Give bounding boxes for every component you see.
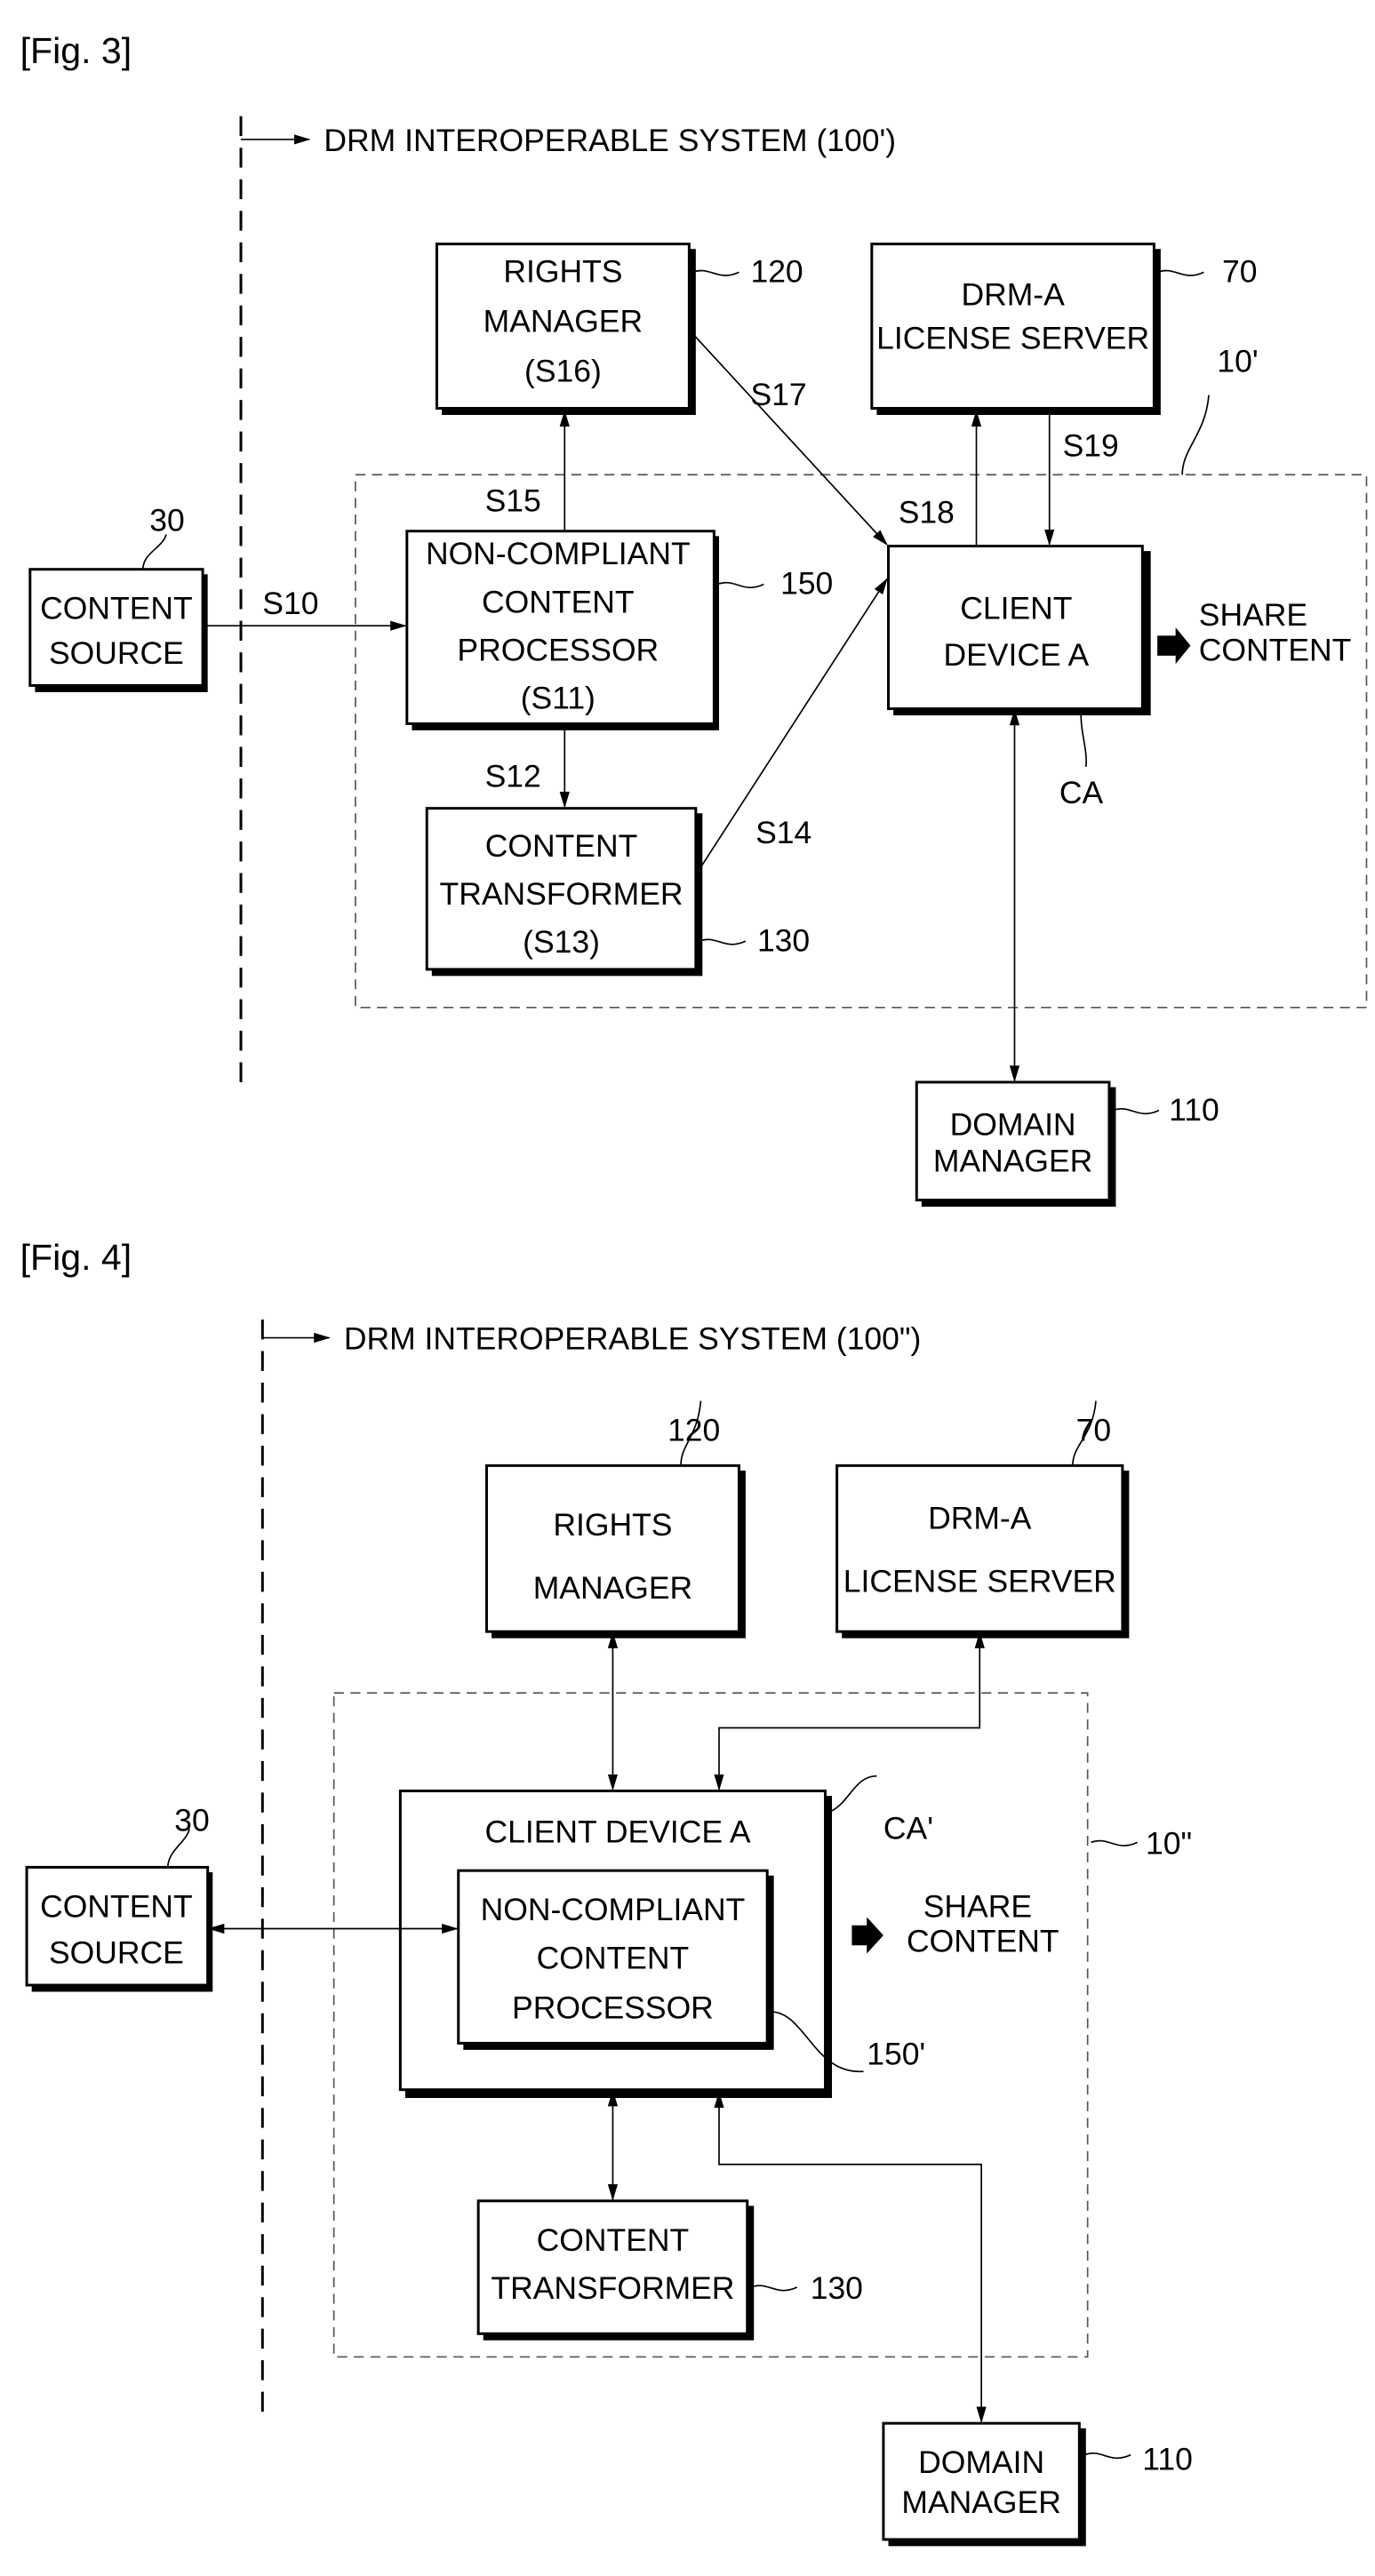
svg-text:CONTENT: CONTENT bbox=[485, 828, 637, 864]
fig3-container-ref: 10' bbox=[1217, 343, 1258, 379]
svg-text:(S16): (S16) bbox=[524, 354, 602, 389]
svg-text:NON-COMPLIANT: NON-COMPLIANT bbox=[426, 536, 691, 571]
svg-text:(S11): (S11) bbox=[521, 681, 596, 716]
fig3-arrow-s17 bbox=[693, 334, 888, 546]
patent-figures: [Fig. 3] DRM INTEROPERABLE SYSTEM (100')… bbox=[20, 30, 1368, 2547]
svg-text:LICENSE SERVER: LICENSE SERVER bbox=[876, 320, 1149, 355]
svg-text:CLIENT: CLIENT bbox=[960, 591, 1072, 626]
fig3-rights-ref: 120 bbox=[750, 254, 803, 290]
fig3-rights-leader bbox=[691, 269, 739, 276]
fig3-transformer-leader bbox=[699, 938, 747, 945]
figure-4: [Fig. 4] DRM INTEROPERABLE SYSTEM (100")… bbox=[20, 1237, 1193, 2547]
fig3-content-source: CONTENT SOURCE bbox=[28, 568, 208, 692]
svg-text:LICENSE SERVER: LICENSE SERVER bbox=[843, 1563, 1116, 1599]
fig4-processor-ref: 150' bbox=[867, 2037, 925, 2072]
svg-text:RIGHTS: RIGHTS bbox=[553, 1507, 672, 1543]
fig3-system-label: DRM INTEROPERABLE SYSTEM (100') bbox=[324, 123, 896, 158]
fig3-container-leader bbox=[1181, 395, 1210, 475]
svg-text:CONTENT: CONTENT bbox=[537, 1940, 689, 1975]
fig4-content-source: CONTENT SOURCE bbox=[25, 1865, 213, 1992]
fig3-rights-manager: RIGHTS MANAGER (S16) bbox=[435, 243, 696, 415]
svg-text:PROCESSOR: PROCESSOR bbox=[457, 632, 659, 667]
fig4-transformer-leader bbox=[750, 2285, 798, 2292]
fig4-processor: NON-COMPLIANT CONTENT PROCESSOR bbox=[457, 1869, 774, 2050]
fig3-source-ref: 30 bbox=[149, 503, 184, 538]
fig4-domain-manager: DOMAIN MANAGER bbox=[882, 2421, 1086, 2547]
fig3-source-leader bbox=[141, 534, 167, 570]
fig4-transformer: CONTENT TRANSFORMER bbox=[476, 2199, 755, 2341]
fig4-share-line1: SHARE bbox=[923, 1888, 1032, 1924]
svg-text:MANAGER: MANAGER bbox=[933, 1144, 1092, 1179]
fig4-source-ref: 30 bbox=[174, 1802, 209, 1838]
fig4-container-leader bbox=[1091, 1839, 1139, 1846]
fig4-client-ref: CA' bbox=[883, 1811, 933, 1846]
fig3-label-s18: S18 bbox=[899, 494, 955, 530]
fig3-domain-leader bbox=[1112, 1108, 1160, 1115]
fig4-domain-ref: 110 bbox=[1142, 2441, 1193, 2476]
fig3-license-server: DRM-A LICENSE SERVER bbox=[870, 243, 1161, 415]
svg-text:CONTENT: CONTENT bbox=[537, 2222, 689, 2258]
fig4-transformer-ref: 130 bbox=[811, 2270, 863, 2306]
fig3-processor: NON-COMPLIANT CONTENT PROCESSOR (S11) bbox=[405, 530, 719, 730]
fig3-domain-ref: 110 bbox=[1169, 1092, 1219, 1128]
svg-text:NON-COMPLIANT: NON-COMPLIANT bbox=[481, 1892, 746, 1927]
fig3-label-s15: S15 bbox=[485, 483, 541, 518]
fig3-client-device: CLIENT DEVICE A bbox=[887, 545, 1151, 716]
svg-text:DOMAIN: DOMAIN bbox=[918, 2444, 1044, 2480]
fig3-share-arrow-icon bbox=[1157, 627, 1191, 665]
svg-text:MANAGER: MANAGER bbox=[484, 304, 643, 339]
fig3-license-leader bbox=[1156, 269, 1204, 276]
fig3-transformer-ref: 130 bbox=[757, 922, 810, 958]
fig4-arrow-client-domain bbox=[714, 2091, 987, 2424]
fig3-label-s10: S10 bbox=[262, 586, 318, 621]
fig3-label-s19: S19 bbox=[1063, 428, 1119, 464]
fig3-processor-leader bbox=[716, 581, 764, 589]
fig4-rights-manager: RIGHTS MANAGER bbox=[484, 1463, 746, 1639]
fig4-license-server: DRM-A LICENSE SERVER bbox=[835, 1463, 1130, 1639]
svg-text:MANAGER: MANAGER bbox=[901, 2484, 1060, 2520]
fig3-label-s14: S14 bbox=[755, 815, 811, 850]
svg-text:MANAGER: MANAGER bbox=[533, 1570, 692, 1606]
svg-text:CONTENT: CONTENT bbox=[40, 591, 193, 626]
fig3-label-s12: S12 bbox=[485, 758, 541, 794]
svg-text:CLIENT DEVICE A: CLIENT DEVICE A bbox=[485, 1814, 751, 1849]
svg-text:DRM-A: DRM-A bbox=[928, 1500, 1032, 1535]
fig4-title: [Fig. 4] bbox=[20, 1237, 132, 1278]
fig4-domain-leader bbox=[1083, 2452, 1131, 2460]
svg-text:SOURCE: SOURCE bbox=[49, 635, 184, 671]
fig4-share-line2: CONTENT bbox=[907, 1924, 1059, 1959]
fig3-share-line1: SHARE bbox=[1199, 597, 1307, 633]
fig4-client-leader bbox=[831, 1774, 877, 1812]
fig3-client-ref: CA bbox=[1059, 775, 1104, 810]
fig3-transformer: CONTENT TRANSFORMER (S13) bbox=[425, 807, 703, 977]
svg-text:CONTENT: CONTENT bbox=[40, 1888, 193, 1924]
fig3-processor-ref: 150 bbox=[780, 566, 833, 602]
svg-text:DOMAIN: DOMAIN bbox=[950, 1107, 1076, 1143]
svg-text:PROCESSOR: PROCESSOR bbox=[512, 1990, 714, 2025]
fig3-license-ref: 70 bbox=[1222, 254, 1257, 290]
fig4-system-label: DRM INTEROPERABLE SYSTEM (100") bbox=[344, 1321, 921, 1357]
fig3-title: [Fig. 3] bbox=[20, 30, 132, 71]
fig3-domain-manager: DOMAIN MANAGER bbox=[915, 1081, 1116, 1207]
svg-text:RIGHTS: RIGHTS bbox=[503, 254, 622, 290]
fig4-container-ref: 10" bbox=[1146, 1825, 1192, 1861]
svg-text:TRANSFORMER: TRANSFORMER bbox=[491, 2270, 734, 2306]
svg-text:SOURCE: SOURCE bbox=[49, 1935, 184, 1971]
svg-text:(S13): (S13) bbox=[523, 924, 600, 960]
fig4-arrow-license-client bbox=[714, 1631, 985, 1791]
svg-text:CONTENT: CONTENT bbox=[482, 584, 635, 619]
svg-text:TRANSFORMER: TRANSFORMER bbox=[440, 876, 684, 912]
fig4-share-arrow-icon bbox=[851, 1917, 883, 1954]
svg-text:DEVICE A: DEVICE A bbox=[944, 637, 1090, 673]
fig3-client-leader bbox=[1080, 715, 1087, 768]
fig4-rights-ref: 120 bbox=[668, 1412, 720, 1448]
figure-3: [Fig. 3] DRM INTEROPERABLE SYSTEM (100')… bbox=[20, 30, 1368, 1207]
fig4-license-ref: 70 bbox=[1076, 1412, 1111, 1448]
fig3-share-line2: CONTENT bbox=[1199, 632, 1352, 667]
svg-text:DRM-A: DRM-A bbox=[961, 277, 1065, 313]
fig3-label-s17: S17 bbox=[750, 377, 806, 412]
